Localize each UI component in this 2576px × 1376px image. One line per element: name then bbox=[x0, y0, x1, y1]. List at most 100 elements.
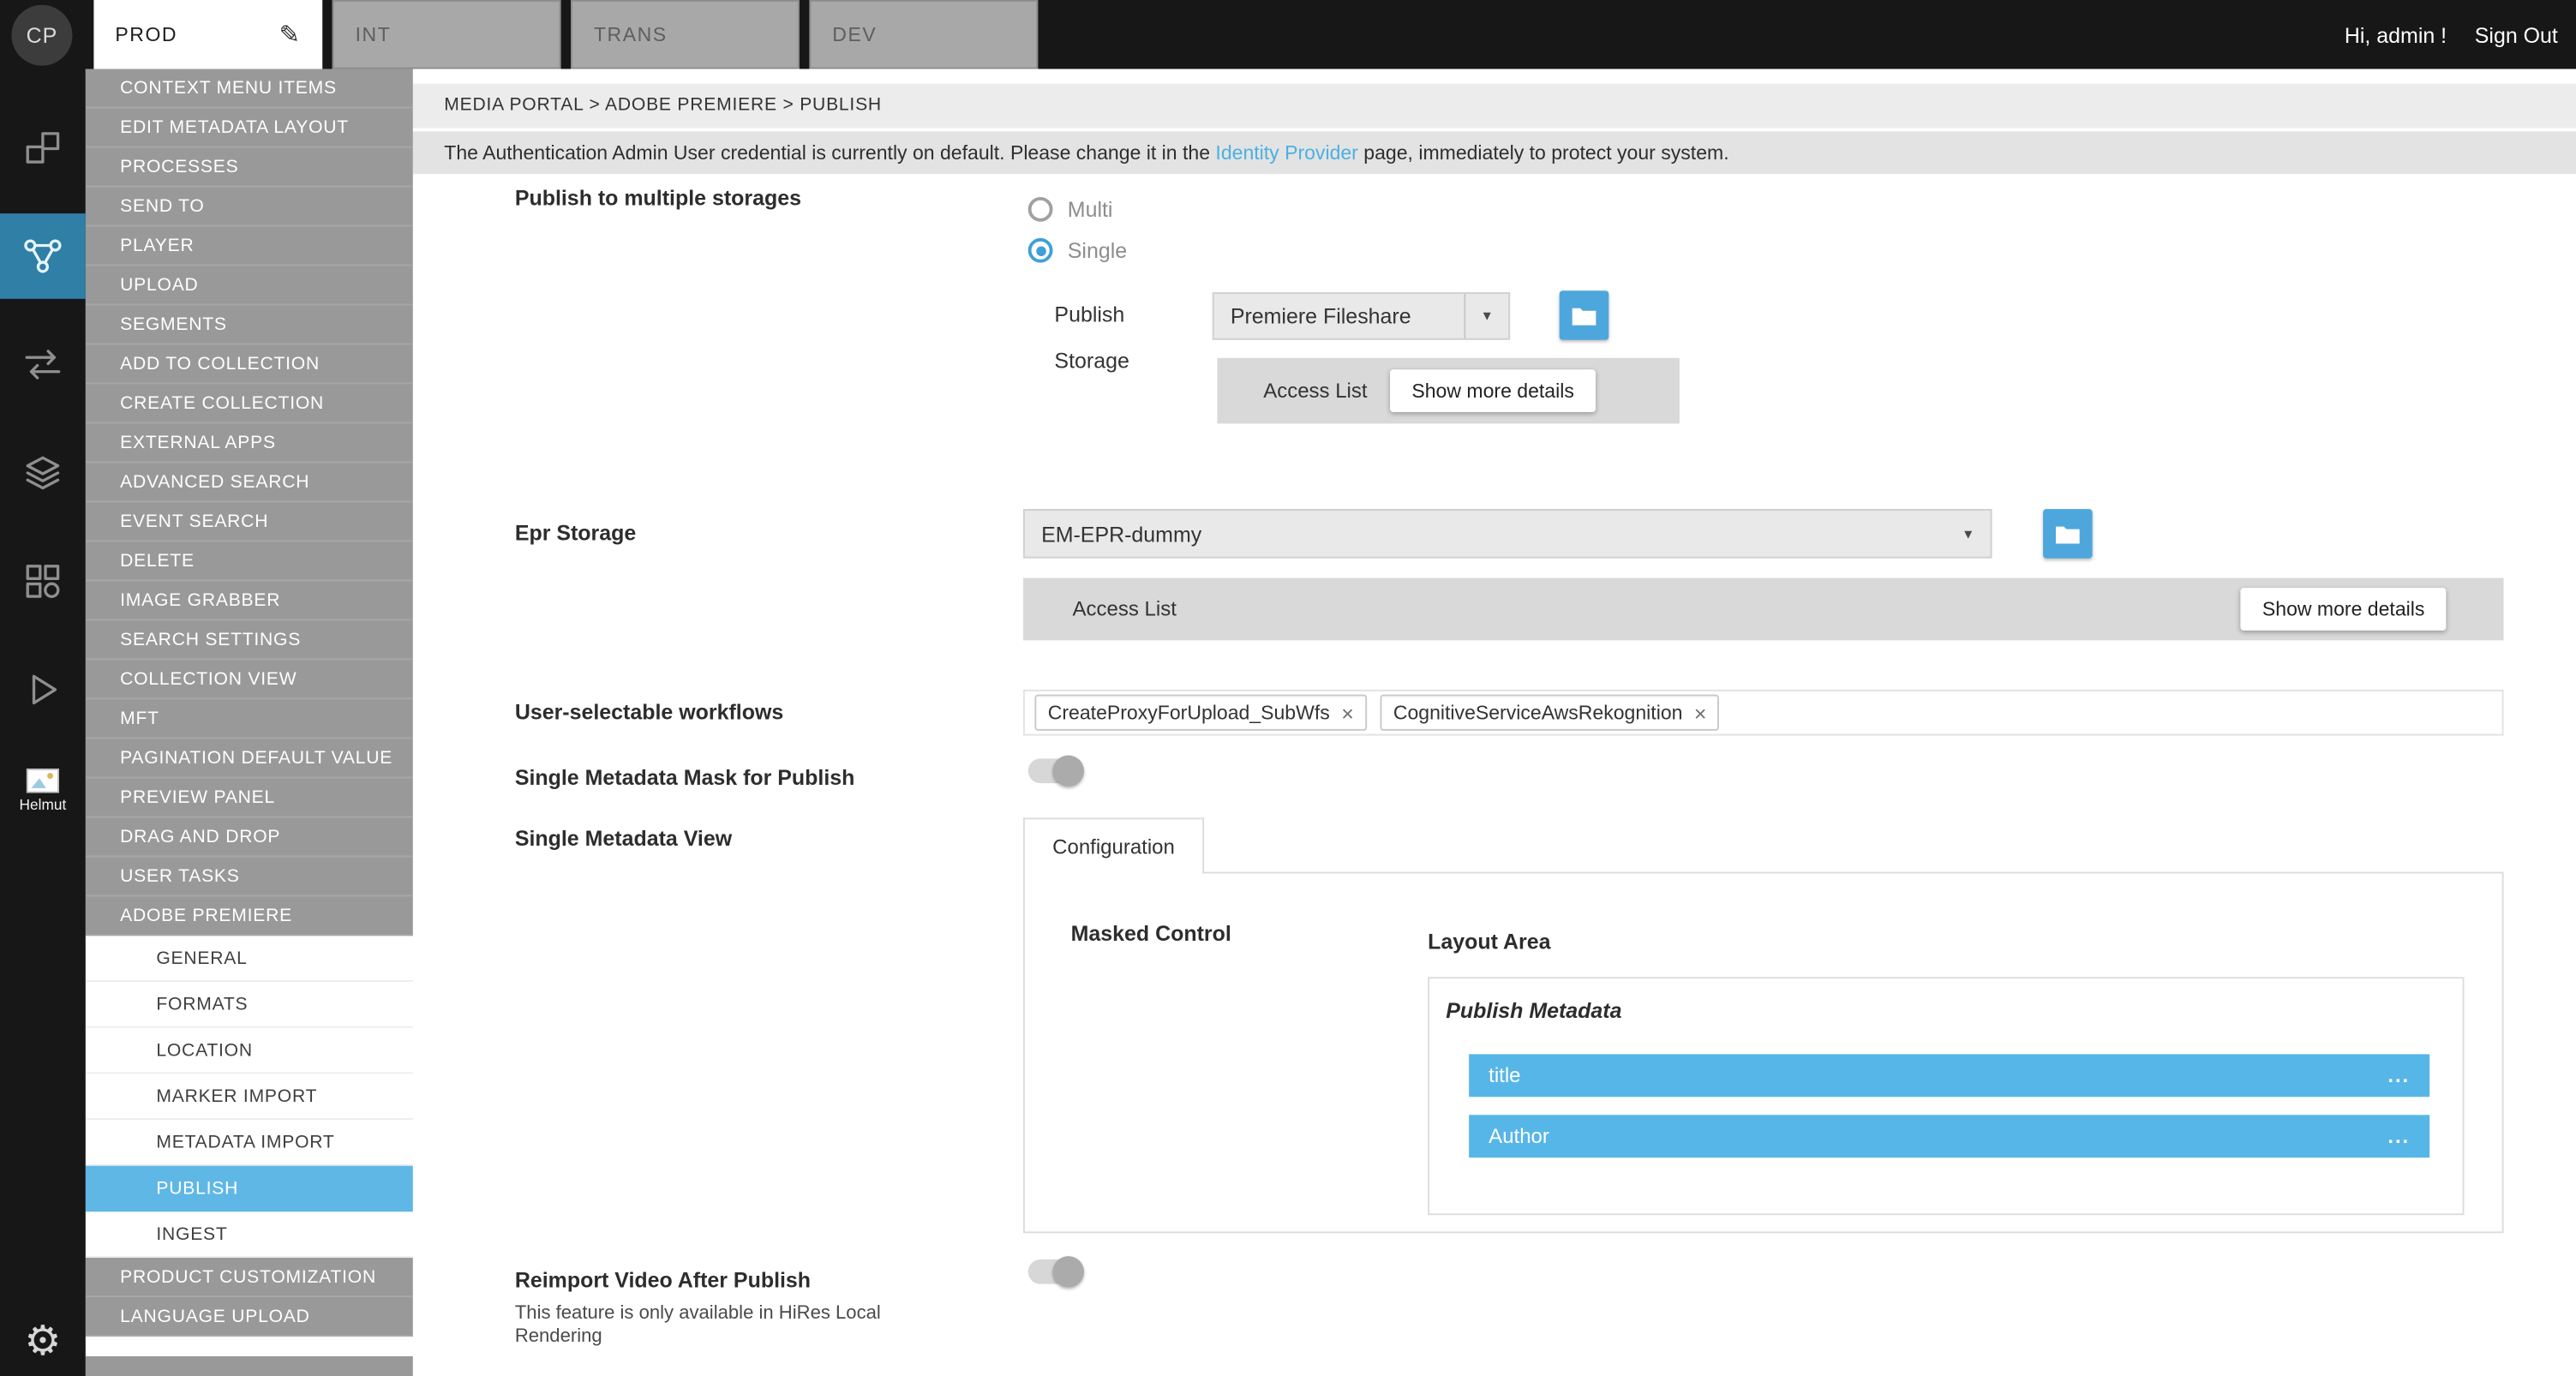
masked-control-label: Masked Control bbox=[1071, 921, 1231, 946]
edit-pen-icon: ✎ bbox=[279, 20, 302, 49]
workflow-tag-label: CognitiveServiceAwsRekognition bbox=[1393, 701, 1683, 724]
sidebar-item-create-collection[interactable]: CREATE COLLECTION bbox=[86, 384, 413, 423]
radio-option-multi[interactable]: Multi bbox=[1028, 197, 1113, 222]
environment-tabs: PROD ✎ INT TRANS DEV bbox=[93, 0, 1038, 69]
sidebar-item-language-upload[interactable]: LANGUAGE UPLOAD bbox=[86, 1297, 413, 1337]
transfer-arrows-icon[interactable] bbox=[0, 322, 86, 408]
sign-out-link[interactable]: Sign Out bbox=[2475, 22, 2558, 47]
toggle-knob bbox=[1053, 756, 1084, 787]
radio-option-single[interactable]: Single bbox=[1028, 238, 1127, 263]
sidebar-item-image-grabber[interactable]: IMAGE GRABBER bbox=[86, 581, 413, 620]
modules-icon[interactable] bbox=[0, 539, 86, 625]
warning-banner: The Authentication Admin User credential… bbox=[413, 131, 2576, 174]
icon-rail: Helmut ⚙ bbox=[0, 69, 86, 1376]
sidebar-subitem-metadata-import[interactable]: METADATA IMPORT bbox=[86, 1120, 413, 1166]
show-more-details-button[interactable]: Show more details bbox=[2241, 588, 2446, 631]
sidebar-item-mft[interactable]: MFT bbox=[86, 699, 413, 739]
app-logo[interactable]: CP bbox=[11, 4, 72, 65]
workflows-label: User-selectable workflows bbox=[515, 699, 783, 724]
publish-metadata-title: Publish Metadata bbox=[1446, 998, 1621, 1023]
metadata-field-row-author[interactable]: Author ... bbox=[1469, 1115, 2429, 1158]
publish-storage-dropdown[interactable]: Premiere Fileshare ▼ bbox=[1213, 292, 1510, 340]
reimport-video-label: Reimport Video After Publish bbox=[515, 1268, 811, 1293]
helmut-label: Helmut bbox=[20, 796, 67, 812]
radio-multi[interactable] bbox=[1028, 197, 1053, 222]
cubes-icon[interactable] bbox=[0, 105, 86, 191]
tab-trans[interactable]: TRANS bbox=[571, 0, 800, 69]
sidebar-filler bbox=[86, 1356, 413, 1376]
publish-storage-label: Publish Storage bbox=[1054, 292, 1172, 384]
publish-storage-value: Premiere Fileshare bbox=[1214, 304, 1465, 329]
transfer-arrows-icon-glyph bbox=[21, 344, 64, 386]
tab-prod-label: PROD bbox=[115, 23, 177, 46]
tab-int[interactable]: INT bbox=[332, 0, 561, 69]
sidebar-item-segments[interactable]: SEGMENTS bbox=[86, 305, 413, 344]
epr-storage-access-box: Access List Show more details bbox=[1023, 578, 2504, 641]
sidebar-item-preview-panel[interactable]: PREVIEW PANEL bbox=[86, 778, 413, 817]
access-list-label: Access List bbox=[1263, 380, 1367, 403]
user-area: Hi, admin ! Sign Out bbox=[2345, 22, 2576, 47]
single-metadata-mask-toggle[interactable] bbox=[1028, 758, 1081, 783]
helmut-app-item[interactable]: Helmut bbox=[20, 769, 67, 813]
sidebar-item-send-to[interactable]: SEND TO bbox=[86, 187, 413, 226]
access-list-label: Access List bbox=[1073, 598, 1177, 621]
player-icon[interactable] bbox=[0, 647, 86, 733]
sidebar-item-pagination-default-value[interactable]: PAGINATION DEFAULT VALUE bbox=[86, 739, 413, 778]
sidebar-item-product-customization[interactable]: PRODUCT CUSTOMIZATION bbox=[86, 1258, 413, 1297]
sidebar-subitem-ingest[interactable]: INGEST bbox=[86, 1211, 413, 1258]
publish-storage-browse-button[interactable] bbox=[1560, 290, 1609, 339]
workflow-tags-input[interactable]: CreateProxyForUpload_SubWfs × CognitiveS… bbox=[1023, 690, 2504, 736]
show-more-details-button[interactable]: Show more details bbox=[1390, 369, 1595, 412]
radio-single[interactable] bbox=[1028, 238, 1053, 263]
workflow-tree-icon-glyph bbox=[21, 235, 64, 278]
folder-icon bbox=[1571, 305, 1597, 326]
player-icon-glyph bbox=[21, 668, 64, 711]
layers-icon[interactable] bbox=[0, 430, 86, 516]
sidebar-item-drag-and-drop[interactable]: DRAG AND DROP bbox=[86, 817, 413, 857]
tab-dev[interactable]: DEV bbox=[809, 0, 1038, 69]
sidebar-subitem-general[interactable]: GENERAL bbox=[86, 936, 413, 982]
row-menu-ellipsis[interactable]: ... bbox=[2387, 1064, 2410, 1087]
sidebar-item-add-to-collection[interactable]: ADD TO COLLECTION bbox=[86, 344, 413, 384]
app-window: CP PROD ✎ INT TRANS DEV Hi, admin ! Sign… bbox=[0, 0, 2576, 1376]
sidebar-item-upload[interactable]: UPLOAD bbox=[86, 266, 413, 305]
epr-storage-dropdown[interactable]: EM-EPR-dummy ▼ bbox=[1023, 509, 1992, 558]
workflow-tag-chip: CognitiveServiceAwsRekognition × bbox=[1380, 695, 1719, 731]
epr-storage-label: Epr Storage bbox=[515, 521, 636, 546]
tab-prod[interactable]: PROD ✎ bbox=[93, 0, 322, 69]
settings-gear-icon[interactable]: ⚙ bbox=[24, 1322, 61, 1363]
sidebar-item-collection-view[interactable]: COLLECTION VIEW bbox=[86, 660, 413, 699]
sidebar-subitem-publish[interactable]: PUBLISH bbox=[86, 1166, 413, 1212]
reimport-video-toggle[interactable] bbox=[1028, 1259, 1081, 1284]
tab-configuration[interactable]: Configuration bbox=[1023, 817, 1204, 873]
sidebar-item-player[interactable]: PLAYER bbox=[86, 226, 413, 266]
sidebar-item-advanced-search[interactable]: ADVANCED SEARCH bbox=[86, 463, 413, 502]
sidebar-gap bbox=[86, 1337, 413, 1356]
topbar: CP PROD ✎ INT TRANS DEV Hi, admin ! Sign… bbox=[0, 0, 2576, 69]
remove-tag-icon[interactable]: × bbox=[1694, 702, 1707, 723]
sidebar-item-context-menu-items[interactable]: CONTEXT MENU ITEMS bbox=[86, 69, 413, 108]
sidebar-item-adobe-premiere[interactable]: ADOBE PREMIERE bbox=[86, 896, 413, 936]
sidebar-item-user-tasks[interactable]: USER TASKS bbox=[86, 857, 413, 896]
warning-text-after: page, immediately to protect your system… bbox=[1358, 141, 1729, 165]
sidebar-item-edit-metadata-layout[interactable]: EDIT METADATA LAYOUT bbox=[86, 108, 413, 147]
sidebar-item-event-search[interactable]: EVENT SEARCH bbox=[86, 502, 413, 541]
epr-storage-browse-button[interactable] bbox=[2043, 509, 2093, 558]
sidebar-item-external-apps[interactable]: EXTERNAL APPS bbox=[86, 423, 413, 463]
sidebar-menu: CONTEXT MENU ITEMS EDIT METADATA LAYOUT … bbox=[86, 69, 413, 1376]
radio-single-label: Single bbox=[1068, 238, 1127, 263]
sidebar-item-processes[interactable]: PROCESSES bbox=[86, 147, 413, 187]
identity-provider-link[interactable]: Identity Provider bbox=[1215, 141, 1357, 165]
single-metadata-mask-label: Single Metadata Mask for Publish bbox=[515, 765, 855, 790]
publish-multiple-storages-label: Publish to multiple storages bbox=[515, 186, 801, 211]
sidebar-item-delete[interactable]: DELETE bbox=[86, 541, 413, 581]
metadata-field-row-title[interactable]: title ... bbox=[1469, 1054, 2429, 1097]
sidebar-subitem-location[interactable]: LOCATION bbox=[86, 1028, 413, 1074]
sidebar-item-search-settings[interactable]: SEARCH SETTINGS bbox=[86, 620, 413, 660]
workflow-tree-icon[interactable] bbox=[0, 213, 86, 299]
sidebar-subitem-formats[interactable]: FORMATS bbox=[86, 982, 413, 1028]
row-menu-ellipsis[interactable]: ... bbox=[2387, 1125, 2410, 1148]
sidebar-subitem-marker-import[interactable]: MARKER IMPORT bbox=[86, 1074, 413, 1120]
cubes-icon-glyph bbox=[21, 127, 64, 170]
remove-tag-icon[interactable]: × bbox=[1341, 702, 1354, 723]
